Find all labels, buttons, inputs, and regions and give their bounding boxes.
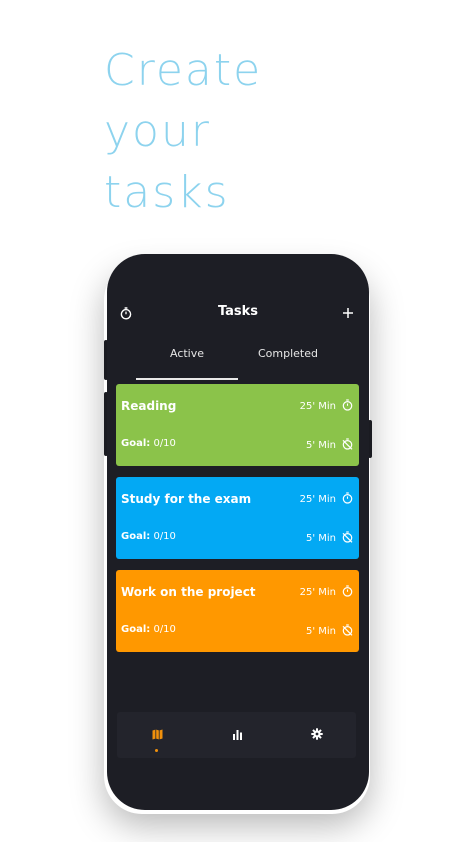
goal-label: Goal: — [121, 531, 151, 542]
goal-value: 0/10 — [153, 438, 176, 449]
bar-chart-icon[interactable] — [225, 722, 249, 746]
page-title: Tasks — [217, 304, 259, 319]
tab-active-underline — [136, 378, 238, 380]
timer-off-icon — [342, 624, 353, 639]
phone-screen: Tasks Active Completed Reading 25' Min G… — [107, 254, 369, 810]
work-duration-label: 25' Min — [299, 401, 336, 412]
goal-value: 0/10 — [153, 624, 176, 635]
work-duration: 25' Min — [300, 399, 353, 414]
headline-line-1: Create — [104, 45, 263, 96]
top-bar: Tasks — [107, 302, 369, 326]
gear-icon[interactable] — [305, 722, 329, 746]
task-card-reading[interactable]: Reading 25' Min Goal: 0/10 5' Min — [116, 384, 359, 466]
break-duration: 5' Min — [306, 531, 353, 546]
tab-completed[interactable]: Completed — [238, 342, 338, 378]
task-goal: Goal: 0/10 — [121, 531, 176, 542]
headline: Create your tasks — [104, 40, 262, 223]
task-goal: Goal: 0/10 — [121, 624, 176, 635]
active-indicator — [155, 749, 158, 752]
stopwatch-icon — [342, 399, 353, 414]
task-title: Study for the exam — [121, 492, 252, 506]
headline-line-2: your — [104, 106, 211, 157]
break-duration-label: 5' Min — [305, 440, 336, 451]
timer-off-icon — [342, 438, 353, 453]
stopwatch-icon — [342, 492, 353, 507]
bottom-nav — [117, 712, 356, 758]
task-title: Reading — [121, 399, 177, 413]
goal-label: Goal: — [121, 438, 151, 449]
plus-icon[interactable] — [337, 302, 359, 324]
task-card-study[interactable]: Study for the exam 25' Min Goal: 0/10 5'… — [116, 477, 359, 559]
work-duration: 25' Min — [300, 492, 353, 507]
break-duration-label: 5' Min — [305, 533, 336, 544]
task-title: Work on the project — [121, 585, 256, 599]
work-duration-label: 25' Min — [299, 494, 336, 505]
map-icon[interactable] — [145, 722, 169, 746]
goal-label: Goal: — [121, 624, 151, 635]
work-duration: 25' Min — [300, 585, 353, 600]
break-duration: 5' Min — [306, 438, 353, 453]
task-card-project[interactable]: Work on the project 25' Min Goal: 0/10 5… — [116, 570, 359, 652]
break-duration-label: 5' Min — [305, 626, 336, 637]
task-goal: Goal: 0/10 — [121, 438, 176, 449]
goal-value: 0/10 — [153, 531, 176, 542]
tab-active[interactable]: Active — [137, 342, 237, 378]
stopwatch-icon — [342, 585, 353, 600]
tab-bar: Active Completed — [107, 342, 369, 380]
break-duration: 5' Min — [306, 624, 353, 639]
headline-line-3: tasks — [104, 167, 230, 218]
work-duration-label: 25' Min — [299, 587, 336, 598]
timer-off-icon — [342, 531, 353, 546]
